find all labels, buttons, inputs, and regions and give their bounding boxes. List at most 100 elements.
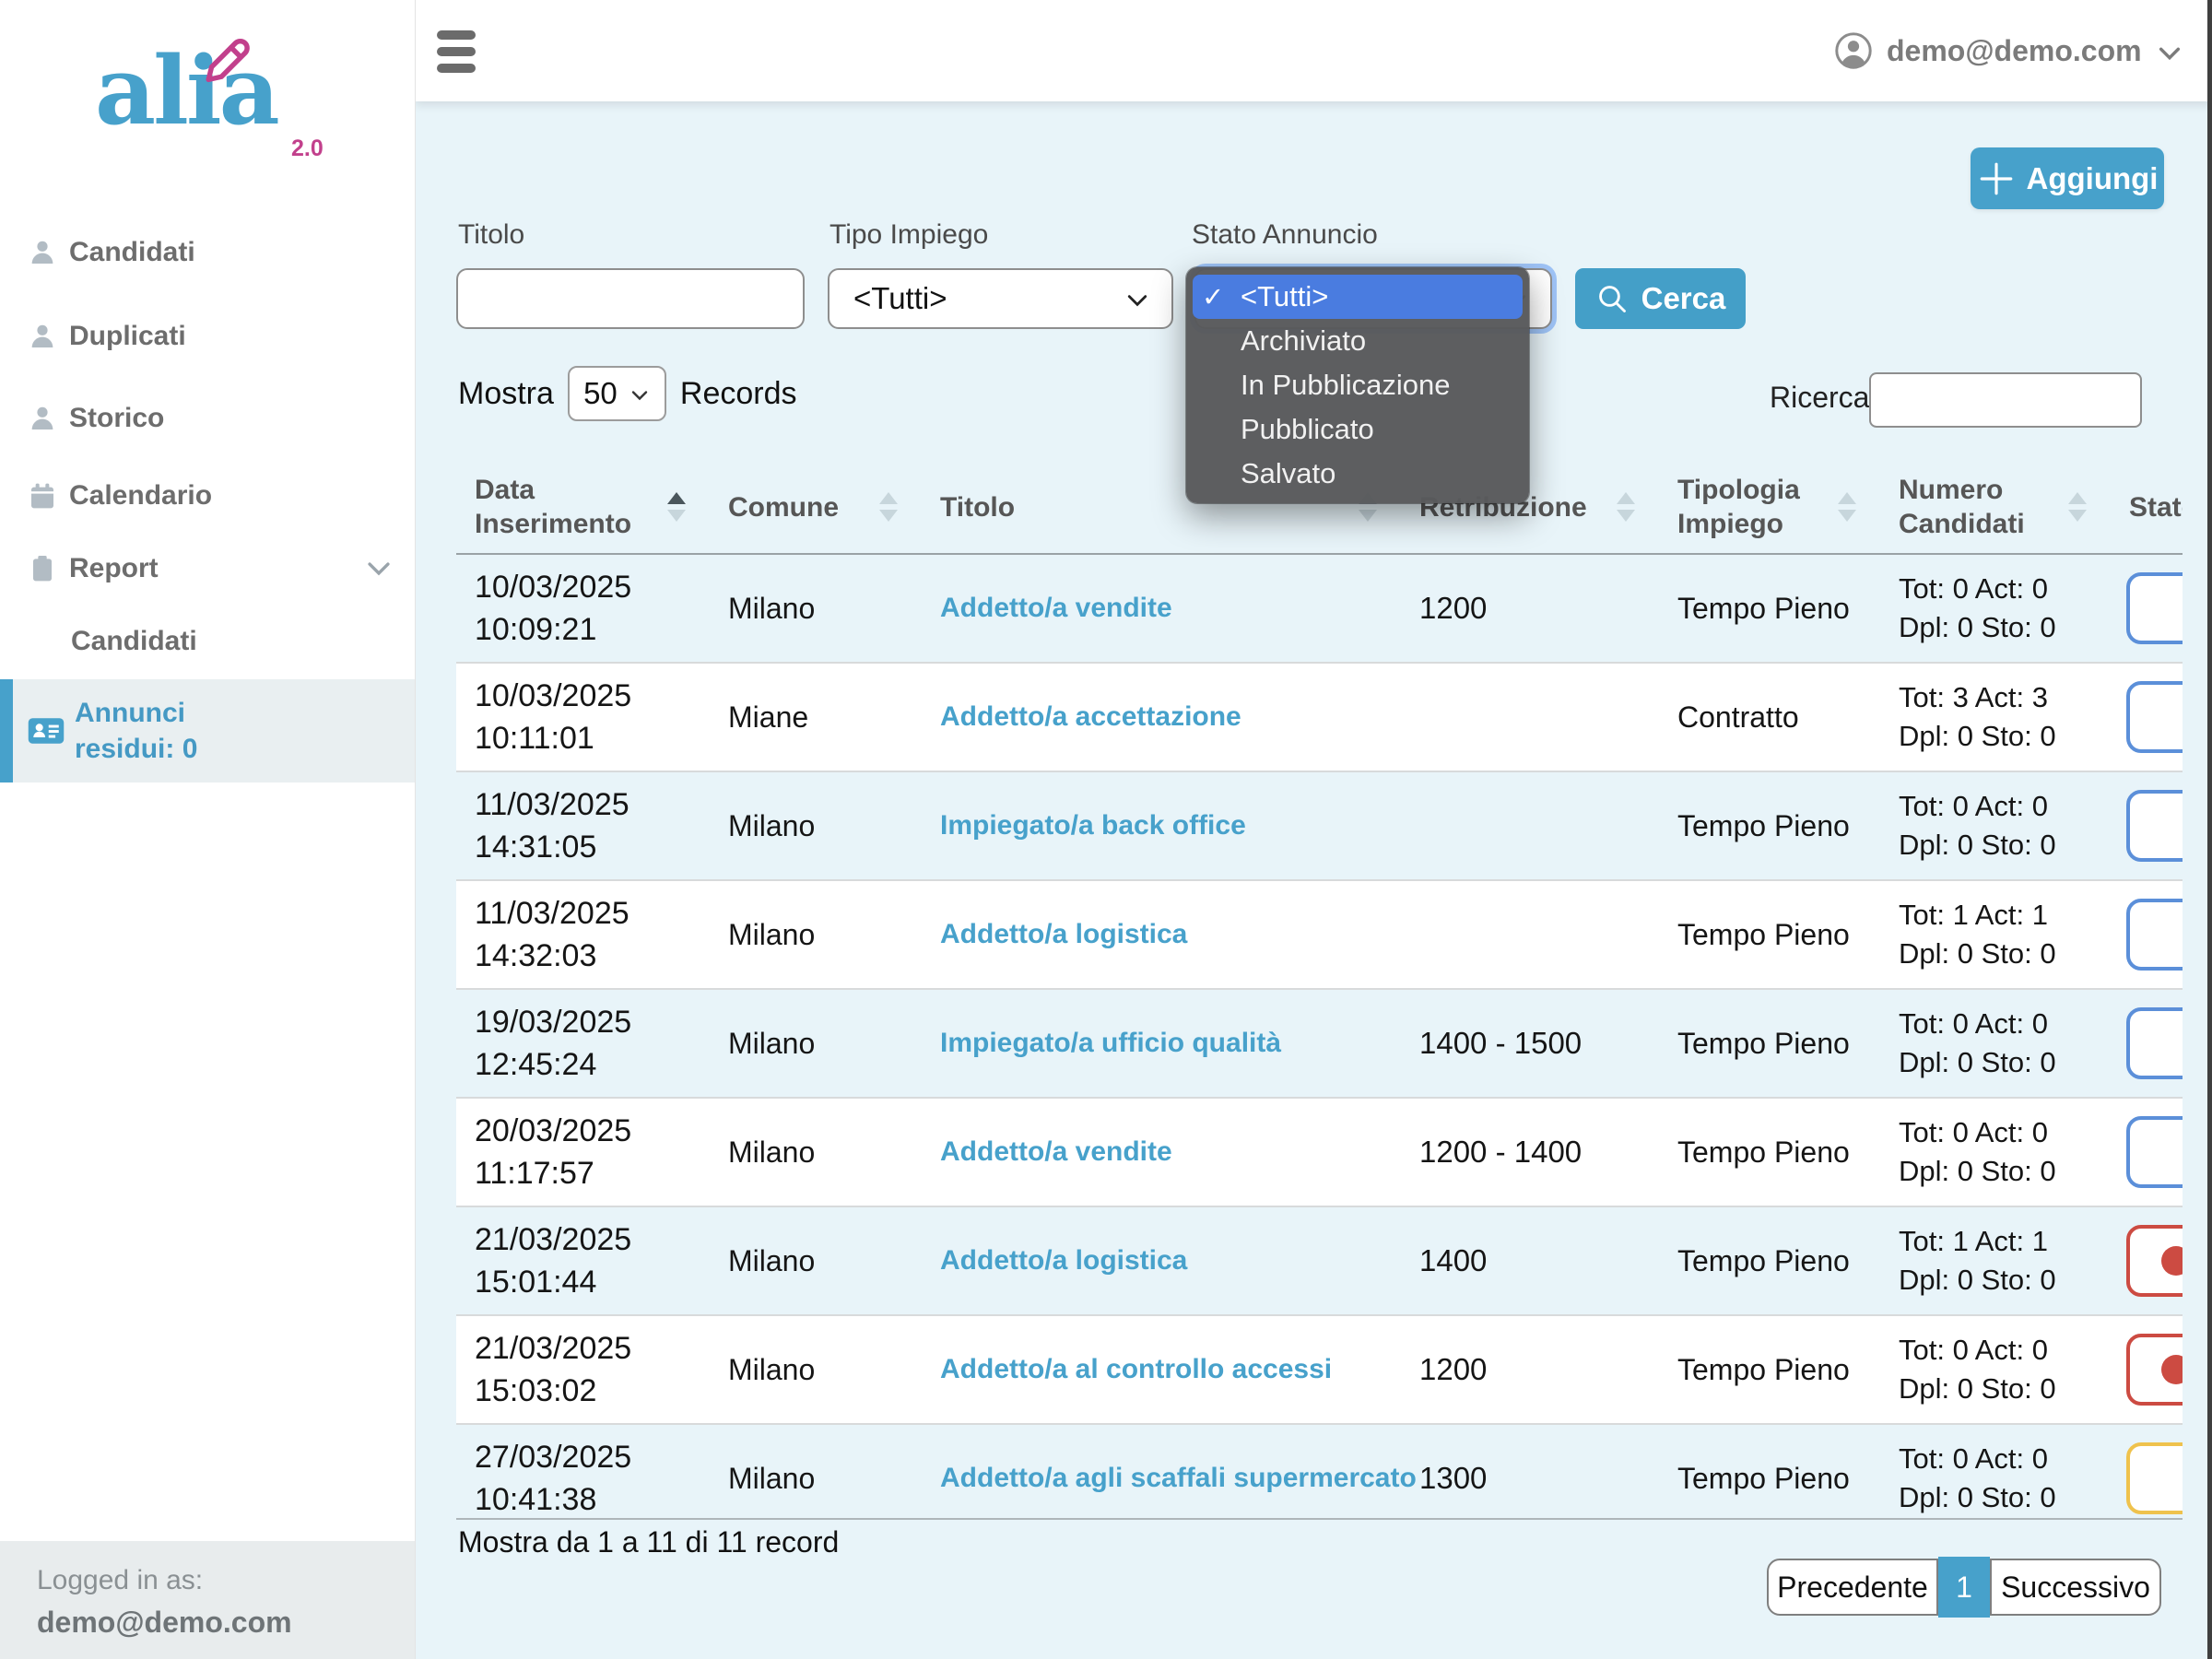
sidebar-item-label: Candidati	[71, 626, 197, 657]
stato-button[interactable]	[2126, 1334, 2183, 1406]
pencil-icon	[195, 33, 253, 90]
cell-stato	[2111, 772, 2183, 879]
page-size-control: Mostra 50 Records	[458, 366, 797, 421]
dropdown-option-label: Salvato	[1241, 457, 1335, 490]
column-header-comune[interactable]: Comune	[710, 461, 922, 553]
cell-tipologia-impiego: Tempo Pieno	[1659, 1099, 1880, 1206]
cell-titolo: Addetto/a accettazione	[922, 664, 1401, 771]
annuncio-link[interactable]: Addetto/a al controllo accessi	[940, 1354, 1332, 1385]
column-header-numero-candidati[interactable]: Numero Candidati	[1880, 461, 2111, 553]
cell-retribuzione: 1200	[1401, 555, 1659, 662]
user-menu[interactable]: demo@demo.com	[1834, 28, 2184, 74]
cell-stato	[2111, 664, 2183, 771]
add-button-label: Aggiungi	[2027, 161, 2159, 196]
sort-icon	[879, 492, 898, 522]
records-label: Records	[680, 376, 797, 412]
hamburger-menu-icon[interactable]	[437, 30, 477, 73]
previous-page-button[interactable]: Precedente	[1767, 1559, 1938, 1616]
current-page-button[interactable]: 1	[1938, 1557, 1990, 1618]
pagination: Precedente 1 Successivo	[1767, 1557, 2161, 1618]
dropdown-option-label: Pubblicato	[1241, 413, 1374, 446]
logged-in-user: demo@demo.com	[37, 1606, 415, 1640]
cell-numero-candidati: Tot: 0 Act: 0 Dpl: 0 Sto: 0	[1880, 772, 2111, 879]
sidebar-item-report[interactable]: Report	[0, 547, 415, 591]
avatar-icon	[1834, 31, 1873, 70]
cell-comune: Milano	[710, 1316, 922, 1423]
search-button[interactable]: Cerca	[1575, 268, 1746, 329]
titolo-input[interactable]	[456, 268, 805, 329]
sidebar-item-label: Report	[69, 553, 159, 584]
annuncio-link[interactable]: Impiegato/a back office	[940, 810, 1246, 841]
dropdown-option-label: Archiviato	[1241, 324, 1366, 358]
chevron-down-icon	[1124, 287, 1151, 314]
stato-button[interactable]	[2126, 1116, 2183, 1188]
sidebar-item-duplicati[interactable]: Duplicati	[0, 314, 415, 359]
cell-tipologia-impiego: Tempo Pieno	[1659, 881, 1880, 988]
stato-button[interactable]	[2126, 572, 2183, 644]
stato-button[interactable]	[2126, 681, 2183, 753]
chevron-down-icon	[363, 553, 394, 584]
id-card-icon	[26, 711, 66, 751]
annuncio-link[interactable]: Addetto/a vendite	[940, 1136, 1172, 1168]
tipo-impiego-select[interactable]: <Tutti>	[828, 268, 1173, 329]
cell-titolo: Impiegato/a ufficio qualità	[922, 990, 1401, 1097]
column-header-stato[interactable]: Stato	[2111, 461, 2183, 553]
annuncio-link[interactable]: Addetto/a accettazione	[940, 701, 1241, 733]
dropdown-option[interactable]: In Pubblicazione	[1193, 363, 1523, 407]
titolo-filter-label: Titolo	[458, 219, 524, 251]
stato-button[interactable]	[2126, 1442, 2183, 1514]
cell-tipologia-impiego: Tempo Pieno	[1659, 1425, 1880, 1520]
logged-in-as-label: Logged in as:	[37, 1565, 415, 1596]
add-button[interactable]: Aggiungi	[1971, 147, 2164, 209]
stato-button[interactable]	[2126, 1225, 2183, 1297]
chevron-down-icon	[2155, 39, 2184, 68]
cell-titolo: Addetto/a agli scaffali supermercato	[922, 1425, 1401, 1520]
cell-retribuzione	[1401, 772, 1659, 879]
table-row: 20/03/2025 11:17:57 Milano Addetto/a ven…	[456, 1097, 2183, 1206]
checkmark-icon: ✓	[1202, 281, 1241, 313]
stato-button[interactable]	[2126, 899, 2183, 971]
user-email: demo@demo.com	[1887, 34, 2142, 68]
cell-titolo: Addetto/a al controllo accessi	[922, 1316, 1401, 1423]
cell-comune: Milano	[710, 990, 922, 1097]
stato-button[interactable]	[2126, 1007, 2183, 1079]
status-dot-icon	[2161, 1246, 2183, 1276]
plus-icon	[1977, 159, 2016, 198]
annuncio-link[interactable]: Addetto/a agli scaffali supermercato	[940, 1463, 1417, 1494]
ricerca-input[interactable]	[1869, 372, 2142, 428]
cell-comune: Milano	[710, 881, 922, 988]
cell-numero-candidati: Tot: 0 Act: 0 Dpl: 0 Sto: 0	[1880, 555, 2111, 662]
table-row: 27/03/2025 10:41:38 Milano Addetto/a agl…	[456, 1423, 2183, 1520]
table-row: 19/03/2025 12:45:24 Milano Impiegato/a u…	[456, 988, 2183, 1097]
sidebar-item-label: Duplicati	[69, 321, 186, 352]
cell-numero-candidati: Tot: 0 Act: 0 Dpl: 0 Sto: 0	[1880, 990, 2111, 1097]
dropdown-option[interactable]: Archiviato	[1193, 319, 1523, 363]
page-size-select[interactable]: 50	[568, 366, 666, 421]
annuncio-link[interactable]: Impiegato/a ufficio qualità	[940, 1028, 1281, 1059]
sidebar-item-annunci[interactable]: Annunci residui: 0	[0, 679, 415, 782]
annuncio-link[interactable]: Addetto/a vendite	[940, 593, 1172, 624]
cell-stato	[2111, 1425, 2183, 1520]
cell-comune: Milano	[710, 1099, 922, 1206]
column-header-data-inserimento[interactable]: Data Inserimento	[456, 461, 710, 553]
sidebar-item-storico[interactable]: Storico	[0, 396, 415, 441]
cell-titolo: Addetto/a vendite	[922, 555, 1401, 662]
dropdown-option[interactable]: Pubblicato	[1193, 407, 1523, 452]
cell-stato	[2111, 1207, 2183, 1314]
dropdown-option[interactable]: ✓ <Tutti>	[1193, 275, 1523, 319]
sidebar-item-report-candidati[interactable]: Candidati	[0, 619, 415, 664]
table-row: 10/03/2025 10:09:21 Milano Addetto/a ven…	[456, 555, 2183, 662]
annuncio-link[interactable]: Addetto/a logistica	[940, 919, 1187, 950]
stato-button[interactable]	[2126, 790, 2183, 862]
person-icon	[28, 404, 57, 433]
column-header-tipologia-impiego[interactable]: Tipologia Impiego	[1659, 461, 1880, 553]
sidebar-item-label: Calendario	[69, 480, 212, 512]
sidebar-item-calendario[interactable]: Calendario	[0, 474, 415, 518]
sidebar-item-candidati[interactable]: Candidati	[0, 230, 415, 275]
next-page-button[interactable]: Successivo	[1990, 1559, 2161, 1616]
app-logo[interactable]: alia 2.0	[0, 0, 415, 194]
cell-data-inserimento: 10/03/2025 10:09:21	[456, 555, 710, 662]
annuncio-link[interactable]: Addetto/a logistica	[940, 1245, 1187, 1277]
dropdown-option[interactable]: Salvato	[1193, 452, 1523, 496]
mostra-label: Mostra	[458, 376, 554, 412]
